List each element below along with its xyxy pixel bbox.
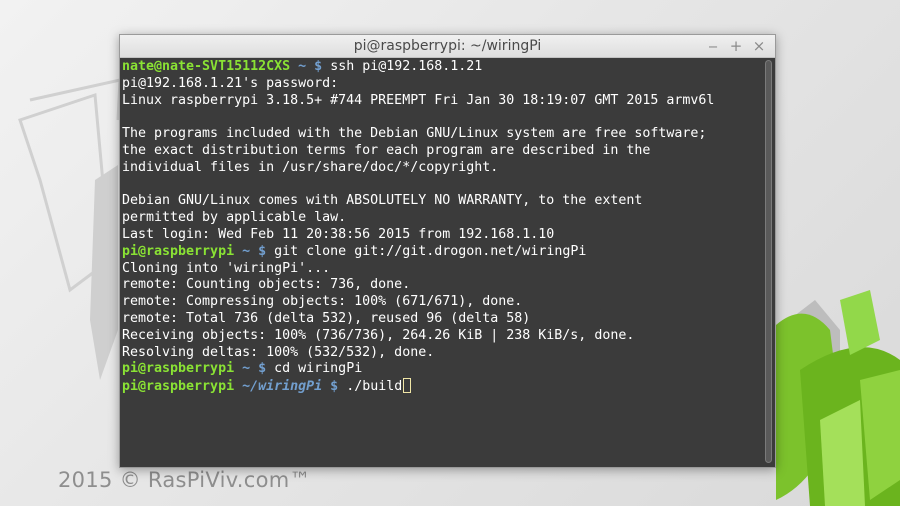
output-line: Resolving deltas: 100% (532/532), done. (122, 344, 435, 360)
prompt-path: ~ (298, 59, 307, 74)
terminal-window[interactable]: pi@raspberrypi: ~/wiringPi ‒ + × nate@na… (119, 34, 776, 468)
prompt-user: pi@raspberrypi (122, 243, 235, 259)
output-line: remote: Total 736 (delta 532), reused 96… (122, 310, 531, 326)
output-line: Receiving objects: 100% (736/736), 264.2… (122, 327, 635, 343)
prompt-path: ~ (242, 243, 251, 259)
prompt-line: nate@nate-SVT15112CXS ~ $ ssh pi@192.168… (122, 59, 763, 76)
command-text: cd wiringPi (274, 361, 363, 377)
minimize-button[interactable]: ‒ (704, 37, 722, 55)
window-titlebar[interactable]: pi@raspberrypi: ~/wiringPi ‒ + × (120, 35, 775, 58)
close-button[interactable]: × (750, 37, 768, 55)
output-line: the exact distribution terms for each pr… (122, 142, 651, 158)
prompt-line: pi@raspberrypi ~ $ cd wiringPi (122, 361, 763, 378)
output-line: remote: Compressing objects: 100% (671/6… (122, 294, 523, 310)
scrollbar-thumb[interactable] (765, 60, 772, 463)
prompt-symbol: $ (250, 243, 275, 259)
prompt-user: nate@nate-SVT15112CXS (122, 59, 291, 74)
scrollbar[interactable] (763, 58, 775, 467)
output-line: Cloning into 'wiringPi'... (122, 260, 331, 276)
output-line: The programs included with the Debian GN… (122, 126, 707, 142)
watermark-text: 2015 © RasPiViv.com™ (58, 468, 311, 492)
prompt-symbol: $ (306, 59, 331, 74)
prompt-line: pi@raspberrypi ~ $ git clone git://git.d… (122, 244, 763, 261)
output-line: Last login: Wed Feb 11 20:38:56 2015 fro… (122, 226, 555, 242)
output-line: permitted by applicable law. (122, 210, 347, 226)
output-line: Debian GNU/Linux comes with ABSOLUTELY N… (122, 193, 643, 209)
text-cursor[interactable] (403, 378, 412, 394)
terminal-output[interactable]: nate@nate-SVT15112CXS ~ $ ssh pi@192.168… (120, 58, 763, 467)
command-text: ./build (346, 379, 403, 395)
prompt-path: ~ (242, 361, 251, 377)
output-line: individual files in /usr/share/doc/*/cop… (122, 159, 499, 175)
output-line: Linux raspberrypi 3.18.5+ #744 PREEMPT F… (122, 92, 715, 108)
output-line: remote: Counting objects: 736, done. (122, 277, 411, 293)
prompt-symbol: $ (250, 361, 275, 377)
prompt-user: pi@raspberrypi (122, 361, 235, 377)
window-title: pi@raspberrypi: ~/wiringPi (353, 38, 542, 54)
prompt-user: pi@raspberrypi (122, 379, 235, 395)
command-text: git clone git://git.drogon.net/wiringPi (274, 243, 587, 259)
output-line: pi@192.168.1.21's password: (122, 75, 339, 91)
prompt-line: pi@raspberrypi ~/wiringPi $ ./build (122, 378, 763, 395)
prompt-path: ~/wiringPi (242, 379, 323, 395)
command-text: ssh pi@192.168.1.21 (330, 59, 483, 74)
maximize-button[interactable]: + (727, 37, 745, 55)
prompt-symbol: $ (322, 379, 347, 395)
